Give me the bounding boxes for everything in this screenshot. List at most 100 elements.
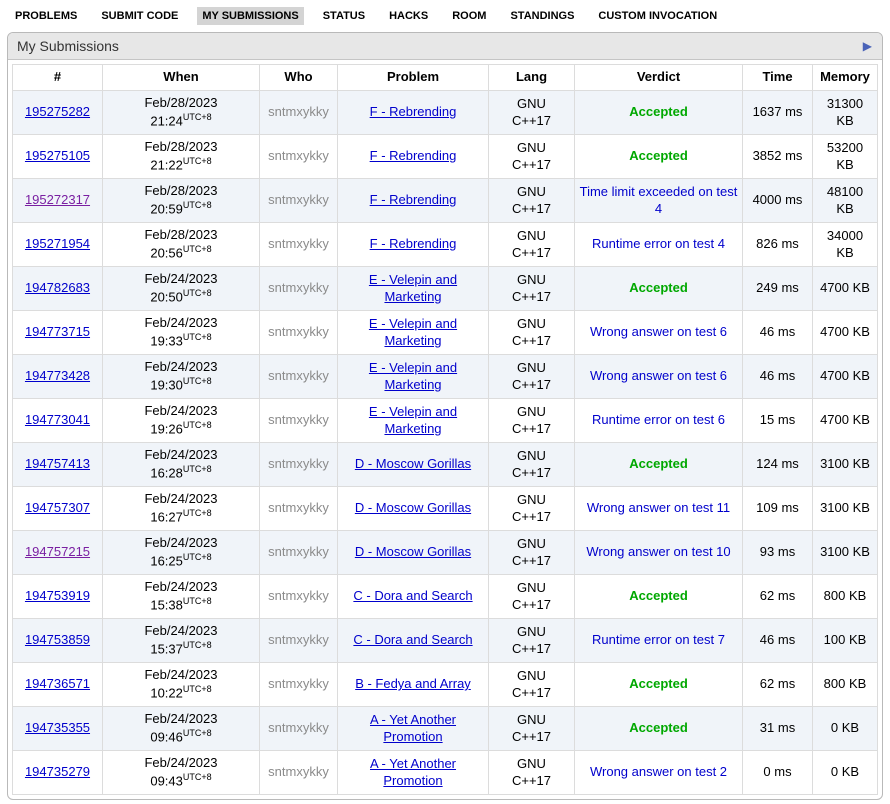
user-handle[interactable]: sntmxykky [268, 324, 329, 339]
problem-link[interactable]: A - Yet Another Promotion [370, 756, 456, 788]
memory-cell: 100 KB [813, 619, 878, 663]
verdict-text[interactable]: Runtime error on test 4 [592, 236, 725, 251]
verdict-cell: Runtime error on test 4 [575, 223, 743, 267]
submission-id-link[interactable]: 195272317 [25, 192, 90, 207]
verdict-text[interactable]: Accepted [629, 280, 688, 295]
user-handle[interactable]: sntmxykky [268, 236, 329, 251]
problem-link[interactable]: C - Dora and Search [353, 588, 472, 603]
lang-cell: GNU C++17 [489, 355, 575, 399]
submission-id-link[interactable]: 194773715 [25, 324, 90, 339]
nav-item-room[interactable]: ROOM [447, 7, 491, 25]
lang-line-1: GNU [517, 360, 546, 375]
submission-id-link[interactable]: 194736571 [25, 676, 90, 691]
problem-link[interactable]: E - Velepin and Marketing [369, 316, 457, 348]
problem-link[interactable]: C - Dora and Search [353, 632, 472, 647]
user-handle[interactable]: sntmxykky [268, 500, 329, 515]
lang-line-1: GNU [517, 140, 546, 155]
who-cell: sntmxykky [260, 311, 338, 355]
problem-cell: F - Rebrending [338, 223, 489, 267]
timezone-label: UTC+8 [183, 728, 212, 738]
when-cell: Feb/24/2023 15:38UTC+8 [103, 575, 260, 619]
user-handle[interactable]: sntmxykky [268, 764, 329, 779]
lang-line-1: GNU [517, 228, 546, 243]
nav-item-submit-code[interactable]: SUBMIT CODE [96, 7, 183, 25]
nav-item-status[interactable]: STATUS [318, 7, 370, 25]
verdict-text[interactable]: Wrong answer on test 6 [590, 368, 727, 383]
user-handle[interactable]: sntmxykky [268, 676, 329, 691]
user-handle[interactable]: sntmxykky [268, 456, 329, 471]
lang-line-1: GNU [517, 184, 546, 199]
user-handle[interactable]: sntmxykky [268, 720, 329, 735]
user-handle[interactable]: sntmxykky [268, 412, 329, 427]
submission-id-link[interactable]: 195275282 [25, 104, 90, 119]
memory-cell: 3100 KB [813, 443, 878, 487]
submissions-tbody: 195275282 Feb/28/2023 21:24UTC+8 sntmxyk… [13, 91, 878, 795]
nav-item-custom-invocation[interactable]: CUSTOM INVOCATION [593, 7, 722, 25]
user-handle[interactable]: sntmxykky [268, 104, 329, 119]
lang-line-2: C++17 [512, 333, 551, 348]
verdict-text[interactable]: Wrong answer on test 11 [587, 500, 730, 515]
verdict-text[interactable]: Accepted [629, 104, 688, 119]
user-handle[interactable]: sntmxykky [268, 280, 329, 295]
problem-link[interactable]: E - Velepin and Marketing [369, 272, 457, 304]
problem-link[interactable]: F - Rebrending [370, 236, 457, 251]
problem-link[interactable]: D - Moscow Gorillas [355, 456, 471, 471]
user-handle[interactable]: sntmxykky [268, 148, 329, 163]
verdict-text[interactable]: Accepted [629, 588, 688, 603]
lang-line-2: C++17 [512, 509, 551, 524]
nav-item-problems[interactable]: PROBLEMS [10, 7, 82, 25]
submission-id-link[interactable]: 194773041 [25, 412, 90, 427]
submission-id-link[interactable]: 194753919 [25, 588, 90, 603]
submission-id-link[interactable]: 194757307 [25, 500, 90, 515]
user-handle[interactable]: sntmxykky [268, 588, 329, 603]
verdict-text[interactable]: Wrong answer on test 2 [590, 764, 727, 779]
verdict-text[interactable]: Accepted [629, 148, 688, 163]
submission-time: 16:27 [150, 509, 183, 524]
lang-line-2: C++17 [512, 157, 551, 172]
problem-link[interactable]: F - Rebrending [370, 192, 457, 207]
submission-id-link[interactable]: 195271954 [25, 236, 90, 251]
nav-item-hacks[interactable]: HACKS [384, 7, 433, 25]
submission-id-link[interactable]: 194757413 [25, 456, 90, 471]
submission-id-link[interactable]: 194757215 [25, 544, 90, 559]
verdict-text[interactable]: Accepted [629, 456, 688, 471]
lang-cell: GNU C++17 [489, 91, 575, 135]
submission-id-link[interactable]: 194782683 [25, 280, 90, 295]
verdict-text[interactable]: Runtime error on test 7 [592, 632, 725, 647]
problem-link[interactable]: E - Velepin and Marketing [369, 360, 457, 392]
problem-link[interactable]: A - Yet Another Promotion [370, 712, 456, 744]
verdict-text[interactable]: Accepted [629, 720, 688, 735]
submission-id-link[interactable]: 194753859 [25, 632, 90, 647]
user-handle[interactable]: sntmxykky [268, 544, 329, 559]
problem-link[interactable]: D - Moscow Gorillas [355, 500, 471, 515]
top-nav: PROBLEMS SUBMIT CODE MY SUBMISSIONS STAT… [0, 0, 890, 30]
problem-link[interactable]: F - Rebrending [370, 148, 457, 163]
submission-id-link[interactable]: 195275105 [25, 148, 90, 163]
col-header-verdict: Verdict [575, 65, 743, 91]
problem-link[interactable]: B - Fedya and Array [355, 676, 471, 691]
collapse-arrow-icon[interactable]: ▶ [863, 40, 872, 52]
when-cell: Feb/24/2023 09:43UTC+8 [103, 751, 260, 795]
table-row: 194757307 Feb/24/2023 16:27UTC+8 sntmxyk… [13, 487, 878, 531]
verdict-text[interactable]: Time limit exceeded on test 4 [580, 184, 738, 216]
verdict-text[interactable]: Wrong answer on test 10 [586, 544, 730, 559]
table-row: 195275282 Feb/28/2023 21:24UTC+8 sntmxyk… [13, 91, 878, 135]
who-cell: sntmxykky [260, 487, 338, 531]
user-handle[interactable]: sntmxykky [268, 192, 329, 207]
time-cell: 15 ms [743, 399, 813, 443]
problem-link[interactable]: F - Rebrending [370, 104, 457, 119]
submission-id-link[interactable]: 194735355 [25, 720, 90, 735]
problem-link[interactable]: E - Velepin and Marketing [369, 404, 457, 436]
time-cell: 124 ms [743, 443, 813, 487]
user-handle[interactable]: sntmxykky [268, 632, 329, 647]
submission-id-link[interactable]: 194735279 [25, 764, 90, 779]
nav-item-my-submissions[interactable]: MY SUBMISSIONS [197, 7, 303, 25]
verdict-text[interactable]: Runtime error on test 6 [592, 412, 725, 427]
user-handle[interactable]: sntmxykky [268, 368, 329, 383]
verdict-text[interactable]: Wrong answer on test 6 [590, 324, 727, 339]
nav-item-standings[interactable]: STANDINGS [505, 7, 579, 25]
submission-id-cell: 194773041 [13, 399, 103, 443]
verdict-text[interactable]: Accepted [629, 676, 688, 691]
problem-link[interactable]: D - Moscow Gorillas [355, 544, 471, 559]
submission-id-link[interactable]: 194773428 [25, 368, 90, 383]
